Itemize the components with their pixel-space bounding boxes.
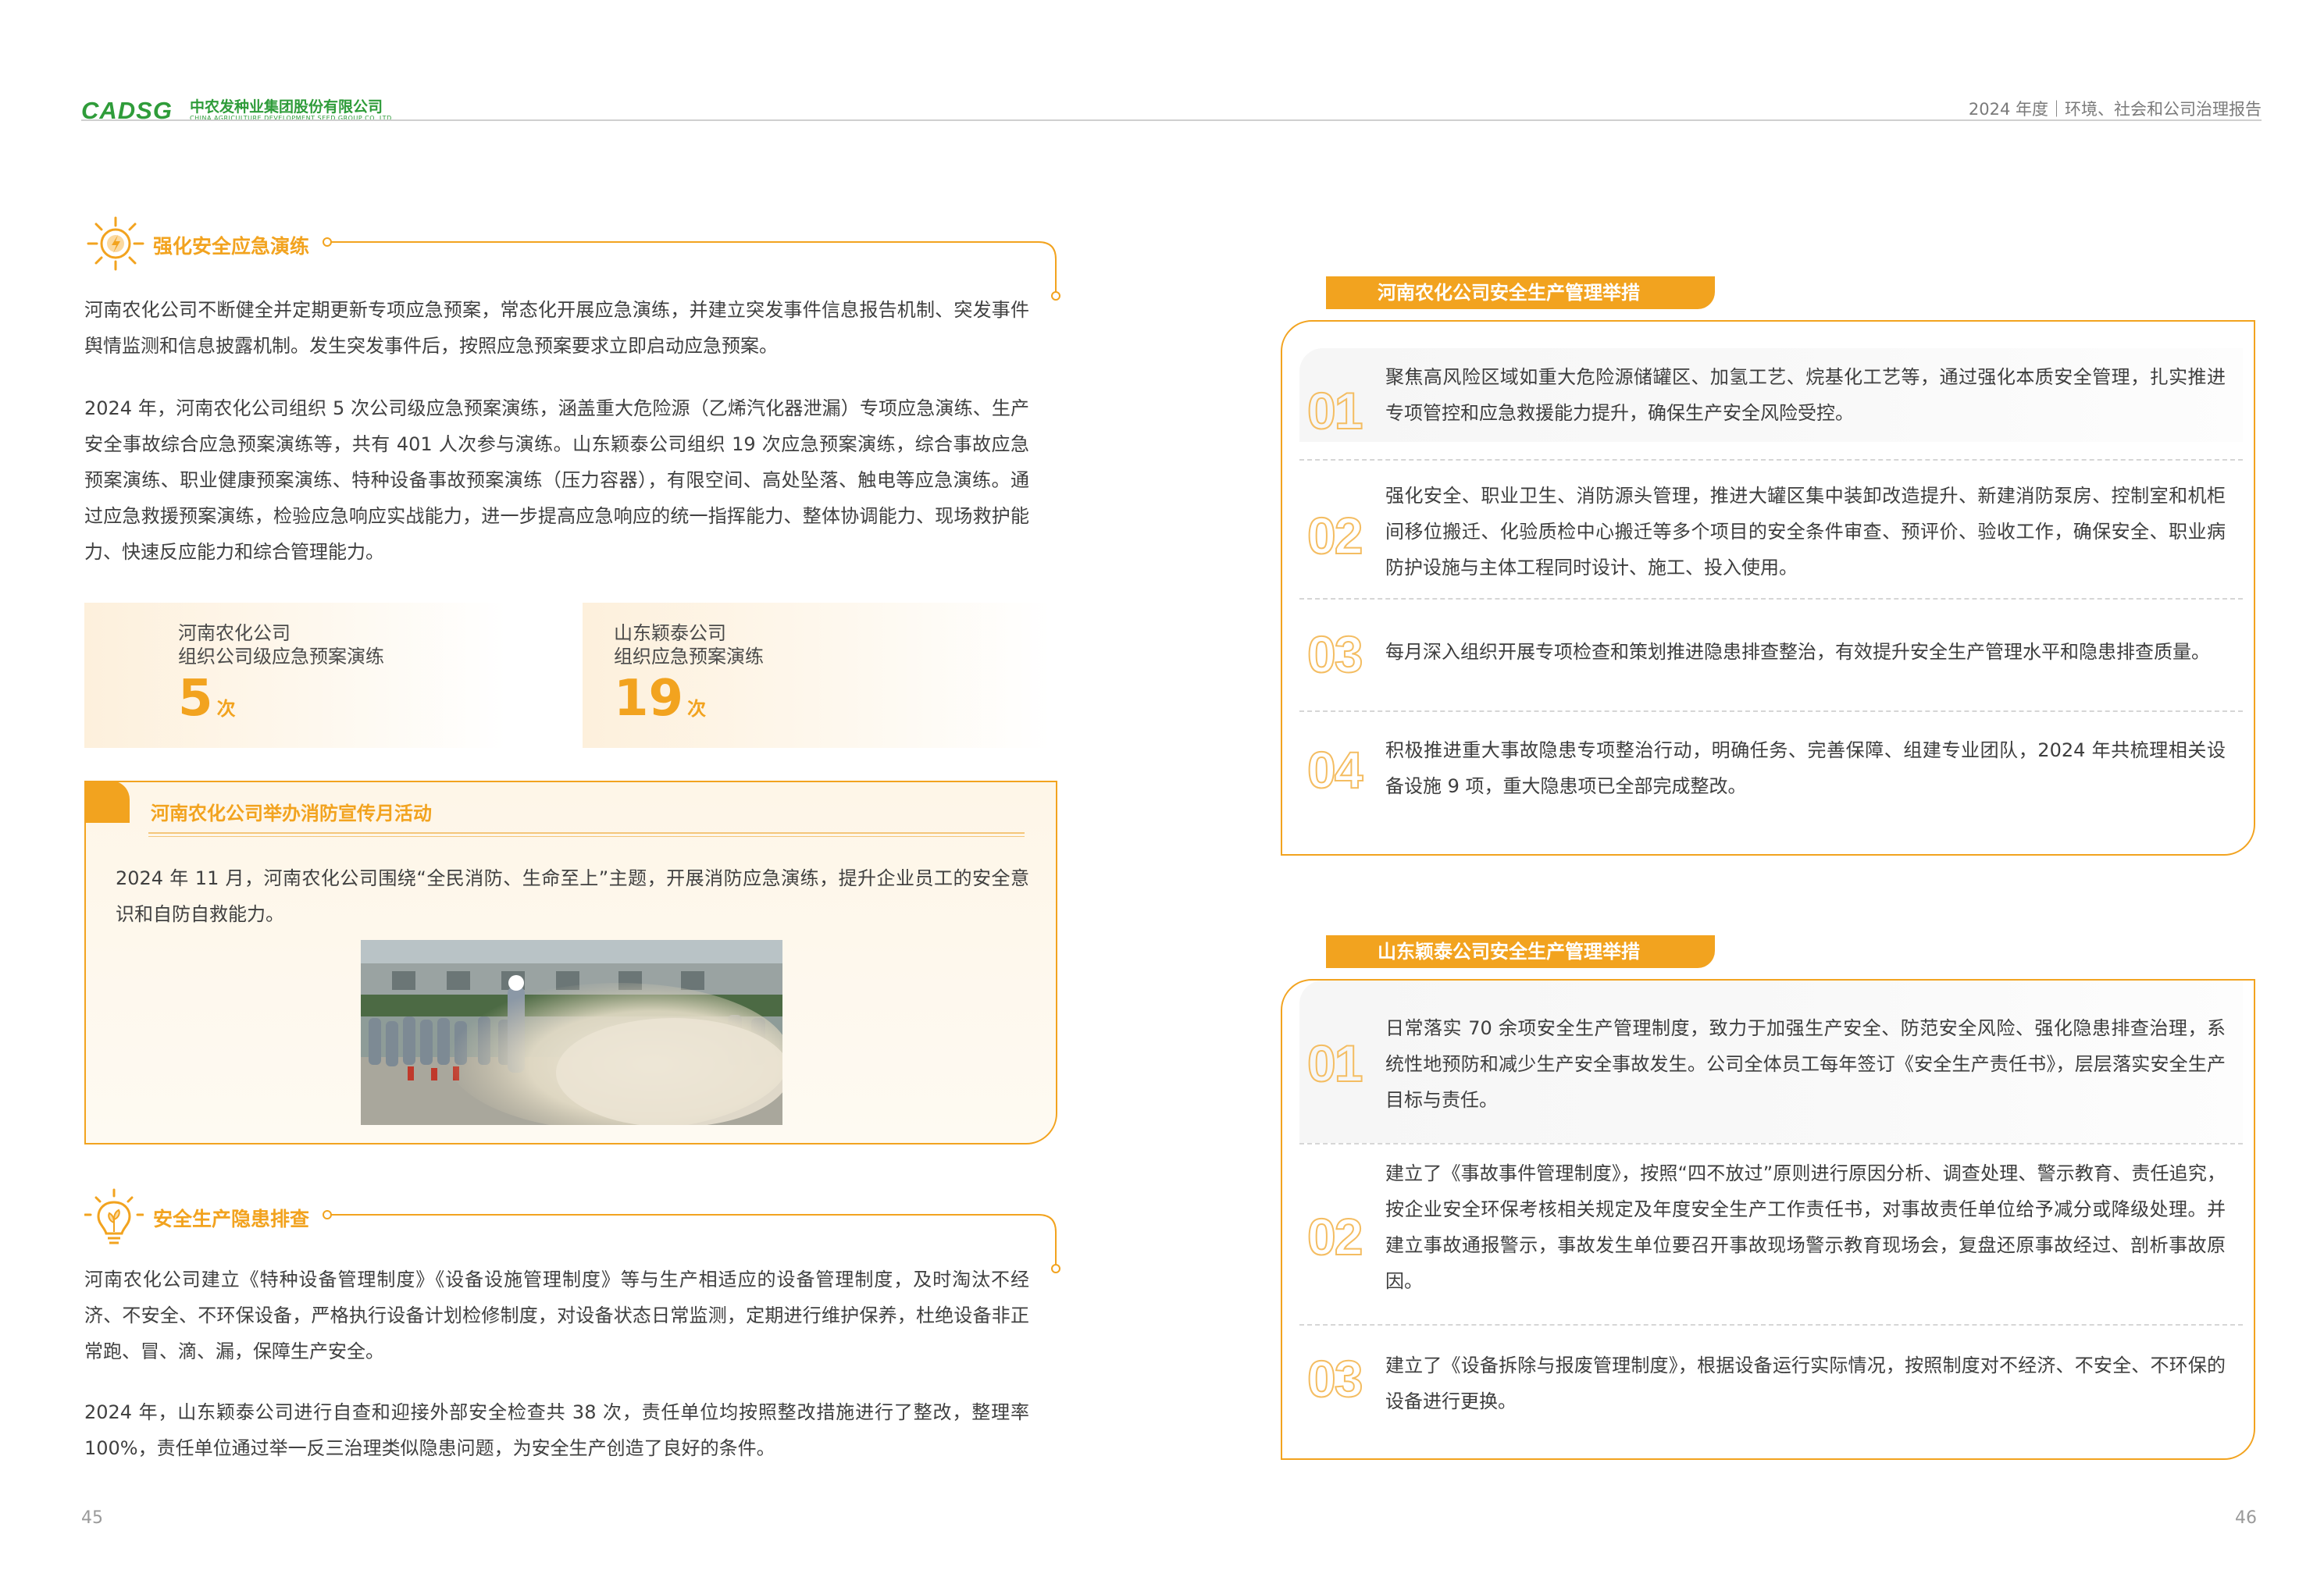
svg-text:CADSG: CADSG <box>81 99 173 121</box>
stat-card-shandong: 山东颖泰公司 组织应急预案演练 19 次 <box>583 603 1051 748</box>
stat-unit: 次 <box>216 698 236 720</box>
hazard-paragraph-1: 河南农化公司建立《特种设备管理制度》《设备设施管理制度》等与生产相适应的设备管理… <box>84 1269 1029 1362</box>
stat-label-company: 河南农化公司 <box>178 622 290 644</box>
list-item: 04 积极推进重大事故隐患专项整治行动，明确任务、完善保障、组建专业团队，202… <box>1282 714 2254 838</box>
item-text: 每月深入组织开展专项检查和策划推进隐患排查整治，有效提升安全生产管理水平和隐患排… <box>1385 641 2210 663</box>
item-number: 03 <box>1306 625 1363 684</box>
panel-title-henan: 河南农化公司安全生产管理举措 <box>1326 276 1715 309</box>
item-text: 积极推进重大事故隐患专项整治行动，明确任务、完善保障、组建专业团队，2024 年… <box>1385 739 2226 797</box>
item-number: 01 <box>1306 381 1363 440</box>
list-item: 03 建立了《设备拆除与报废管理制度》，根据设备运行实际情况，按照制度对不经济、… <box>1282 1327 2254 1444</box>
report-title: 2024 年度｜环境、社会和公司治理报告 <box>1968 100 2262 119</box>
item-number: 04 <box>1306 740 1363 799</box>
list-item: 02 建立了《事故事件管理制度》，按照“四不放过”原则进行原因分析、调查处理、警… <box>1282 1146 2254 1322</box>
header-divider <box>390 119 2262 121</box>
stat-label-desc: 组织公司级应急预案演练 <box>178 646 384 667</box>
item-text: 日常落实 70 余项安全生产管理制度，致力于加强生产安全、防范安全风险、强化隐患… <box>1385 1017 2226 1111</box>
stat-value: 5 <box>178 670 213 728</box>
lightbulb-leaf-icon <box>84 1188 144 1251</box>
list-item: 03 每月深入组织开展专项检查和策划推进隐患排查整治，有效提升安全生产管理水平和… <box>1282 601 2254 710</box>
header-divider-left <box>81 119 390 121</box>
company-logo: CADSG <box>81 97 180 124</box>
item-divider <box>1299 710 2243 712</box>
stat-label-desc: 组织应急预案演练 <box>614 646 764 667</box>
item-text: 强化安全、职业卫生、消防源头管理，推进大罐区集中装卸改造提升、新建消防泵房、控制… <box>1385 485 2226 578</box>
list-item: 01 日常落实 70 余项安全生产管理制度，致力于加强生产安全、防范安全风险、强… <box>1282 981 2254 1143</box>
page-number-right: 46 <box>2235 1508 2257 1528</box>
case-tab-marker <box>84 781 130 823</box>
hazard-paragraph-2: 2024 年，山东颖泰公司进行自查和迎接外部安全检查共 38 次，责任单位均按照… <box>84 1401 1029 1459</box>
emergency-paragraph-1: 河南农化公司不断健全并定期更新专项应急预案，常态化开展应急演练，并建立突发事件信… <box>84 299 1029 357</box>
item-divider <box>1299 1324 2243 1326</box>
stat-card-henan: 河南农化公司 组织公司级应急预案演练 5 次 <box>84 603 506 748</box>
company-name-cn: 中农发种业集团股份有限公司 <box>190 98 383 116</box>
panel-shandong-measures: 01 日常落实 70 余项安全生产管理制度，致力于加强生产安全、防范安全风险、强… <box>1281 979 2255 1460</box>
item-number: 02 <box>1306 506 1363 565</box>
stat-value: 19 <box>614 670 684 728</box>
item-text: 建立了《事故事件管理制度》，按照“四不放过”原则进行原因分析、调查处理、警示教育… <box>1385 1162 2226 1292</box>
section-title-hazard-check: 安全生产隐患排查 <box>153 1208 310 1230</box>
stat-value-group: 19 次 <box>614 671 706 726</box>
stat-unit: 次 <box>687 698 707 720</box>
emergency-radiate-icon <box>84 215 147 272</box>
panel-henan-measures: 01 聚焦高风险区域如重大危险源储罐区、加氢工艺、烷基化工艺等，通过强化本质安全… <box>1281 320 2255 856</box>
list-item: 02 强化安全、职业卫生、消防源头管理，推进大罐区集中装卸改造提升、新建消防泵房… <box>1282 462 2254 587</box>
stat-value-group: 5 次 <box>178 671 236 726</box>
emergency-paragraph-2: 2024 年，河南农化公司组织 5 次公司级应急预案演练，涵盖重大危险源（乙烯汽… <box>84 397 1029 563</box>
item-divider <box>1299 459 2243 461</box>
case-title-underline <box>148 832 1025 834</box>
item-number: 03 <box>1306 1349 1363 1408</box>
item-number: 01 <box>1306 1034 1363 1093</box>
section-title-emergency-drill: 强化安全应急演练 <box>153 235 310 258</box>
case-title-underline-thin <box>148 836 1025 837</box>
item-text: 聚焦高风险区域如重大危险源储罐区、加氢工艺、烷基化工艺等，通过强化本质安全管理，… <box>1385 366 2226 424</box>
item-divider <box>1299 1143 2243 1144</box>
item-divider <box>1299 598 2243 600</box>
stat-label-company: 山东颖泰公司 <box>614 622 726 644</box>
case-title: 河南农化公司举办消防宣传月活动 <box>151 803 432 824</box>
item-number: 02 <box>1306 1207 1363 1266</box>
page-number-left: 45 <box>81 1508 103 1528</box>
case-text: 2024 年 11 月，河南农化公司围绕“全民消防、生命至上”主题，开展消防应急… <box>116 867 1029 925</box>
list-item: 01 聚焦高风险区域如重大危险源储罐区、加氢工艺、烷基化工艺等，通过强化本质安全… <box>1282 348 2254 442</box>
fire-drill-photo <box>361 940 782 1125</box>
panel-title-shandong: 山东颖泰公司安全生产管理举措 <box>1326 935 1715 968</box>
item-text: 建立了《设备拆除与报废管理制度》，根据设备运行实际情况，按照制度对不经济、不安全… <box>1385 1355 2226 1412</box>
